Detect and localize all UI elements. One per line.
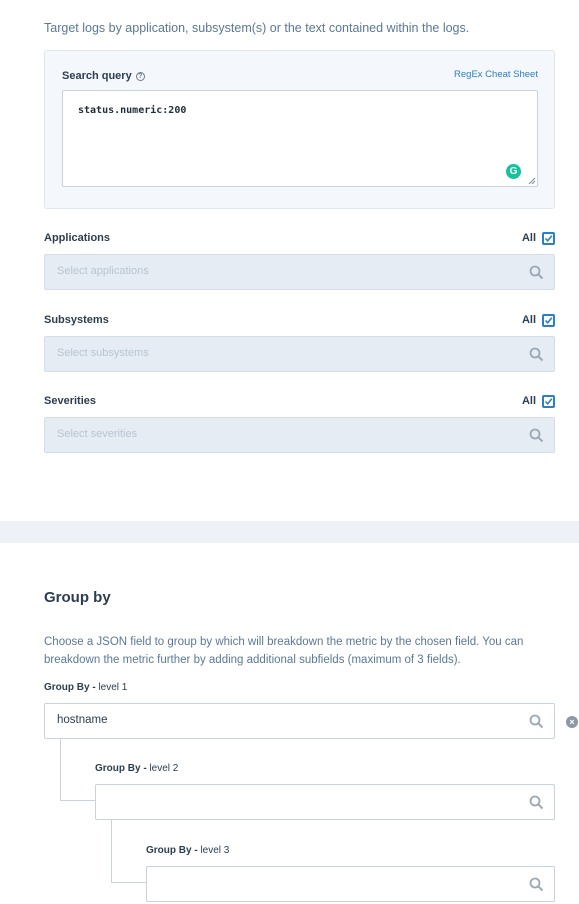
- section-divider: [0, 521, 579, 543]
- severities-select[interactable]: Select severities: [44, 417, 555, 453]
- subsystems-placeholder: Select subsystems: [57, 347, 149, 359]
- resize-handle-icon[interactable]: [528, 177, 536, 185]
- search-icon: [529, 877, 544, 892]
- search-icon: [529, 714, 544, 729]
- remove-level-icon[interactable]: ×: [566, 716, 578, 728]
- applications-all-label: All: [521, 232, 536, 244]
- tree-connector: [60, 739, 95, 801]
- check-icon: [544, 317, 553, 325]
- severities-placeholder: Select severities: [57, 428, 138, 440]
- group-by-level-3-label-suffix: level 3: [197, 845, 230, 856]
- group-by-description: Choose a JSON field to group by which wi…: [44, 636, 524, 666]
- filter-section: Target logs by application, subsystem(s)…: [0, 0, 579, 521]
- subsystems-all-label: All: [521, 314, 536, 326]
- severities-all-label: All: [521, 395, 536, 407]
- applications-placeholder: Select applications: [57, 265, 149, 277]
- search-icon: [529, 265, 544, 280]
- group-by-level-1-label-prefix: Group By -: [44, 682, 96, 693]
- search-icon: [529, 347, 544, 362]
- group-by-level-3-input[interactable]: [146, 866, 555, 902]
- group-by-level-1-label: Group By - level 1: [44, 682, 127, 693]
- group-by-title: Group by: [44, 589, 111, 606]
- search-icon: [529, 795, 544, 810]
- group-by-level-2-label-suffix: level 2: [146, 763, 179, 774]
- group-by-level-3-label: Group By - level 3: [146, 845, 229, 856]
- group-by-level-2-label-prefix: Group By -: [95, 763, 147, 774]
- applications-select[interactable]: Select applications: [44, 254, 555, 290]
- severities-all-checkbox[interactable]: [542, 395, 555, 408]
- group-by-level-1-input[interactable]: hostname: [44, 703, 555, 739]
- check-icon: [544, 398, 553, 406]
- applications-all-checkbox[interactable]: [542, 232, 555, 245]
- check-icon: [544, 235, 553, 243]
- grammarly-icon[interactable]: G: [506, 164, 521, 179]
- applications-label: Applications: [44, 232, 111, 244]
- search-query-label: Search query ?: [62, 70, 145, 82]
- search-query-value: status.numeric:200: [78, 105, 187, 116]
- subsystems-select[interactable]: Select subsystems: [44, 336, 555, 372]
- group-by-level-1-value: hostname: [57, 714, 108, 726]
- subsystems-all-checkbox[interactable]: [542, 314, 555, 327]
- search-icon: [529, 428, 544, 443]
- subsystems-label: Subsystems: [44, 314, 109, 326]
- question-circle-icon[interactable]: ?: [135, 71, 145, 81]
- regex-cheat-sheet-link[interactable]: RegEx Cheat Sheet: [454, 69, 538, 80]
- intro-text: Target logs by application, subsystem(s)…: [44, 21, 470, 35]
- tree-connector: [111, 820, 146, 883]
- search-query-textarea[interactable]: status.numeric:200 G: [62, 90, 538, 187]
- severities-label: Severities: [44, 395, 96, 407]
- group-by-level-3-label-prefix: Group By -: [146, 845, 198, 856]
- search-query-label-text: Search query: [62, 70, 132, 82]
- search-query-panel: Search query ? RegEx Cheat Sheet status.…: [44, 50, 555, 209]
- group-by-level-2-input[interactable]: [95, 784, 555, 820]
- group-by-level-1-label-suffix: level 1: [95, 682, 128, 693]
- group-by-level-2-label: Group By - level 2: [95, 763, 178, 774]
